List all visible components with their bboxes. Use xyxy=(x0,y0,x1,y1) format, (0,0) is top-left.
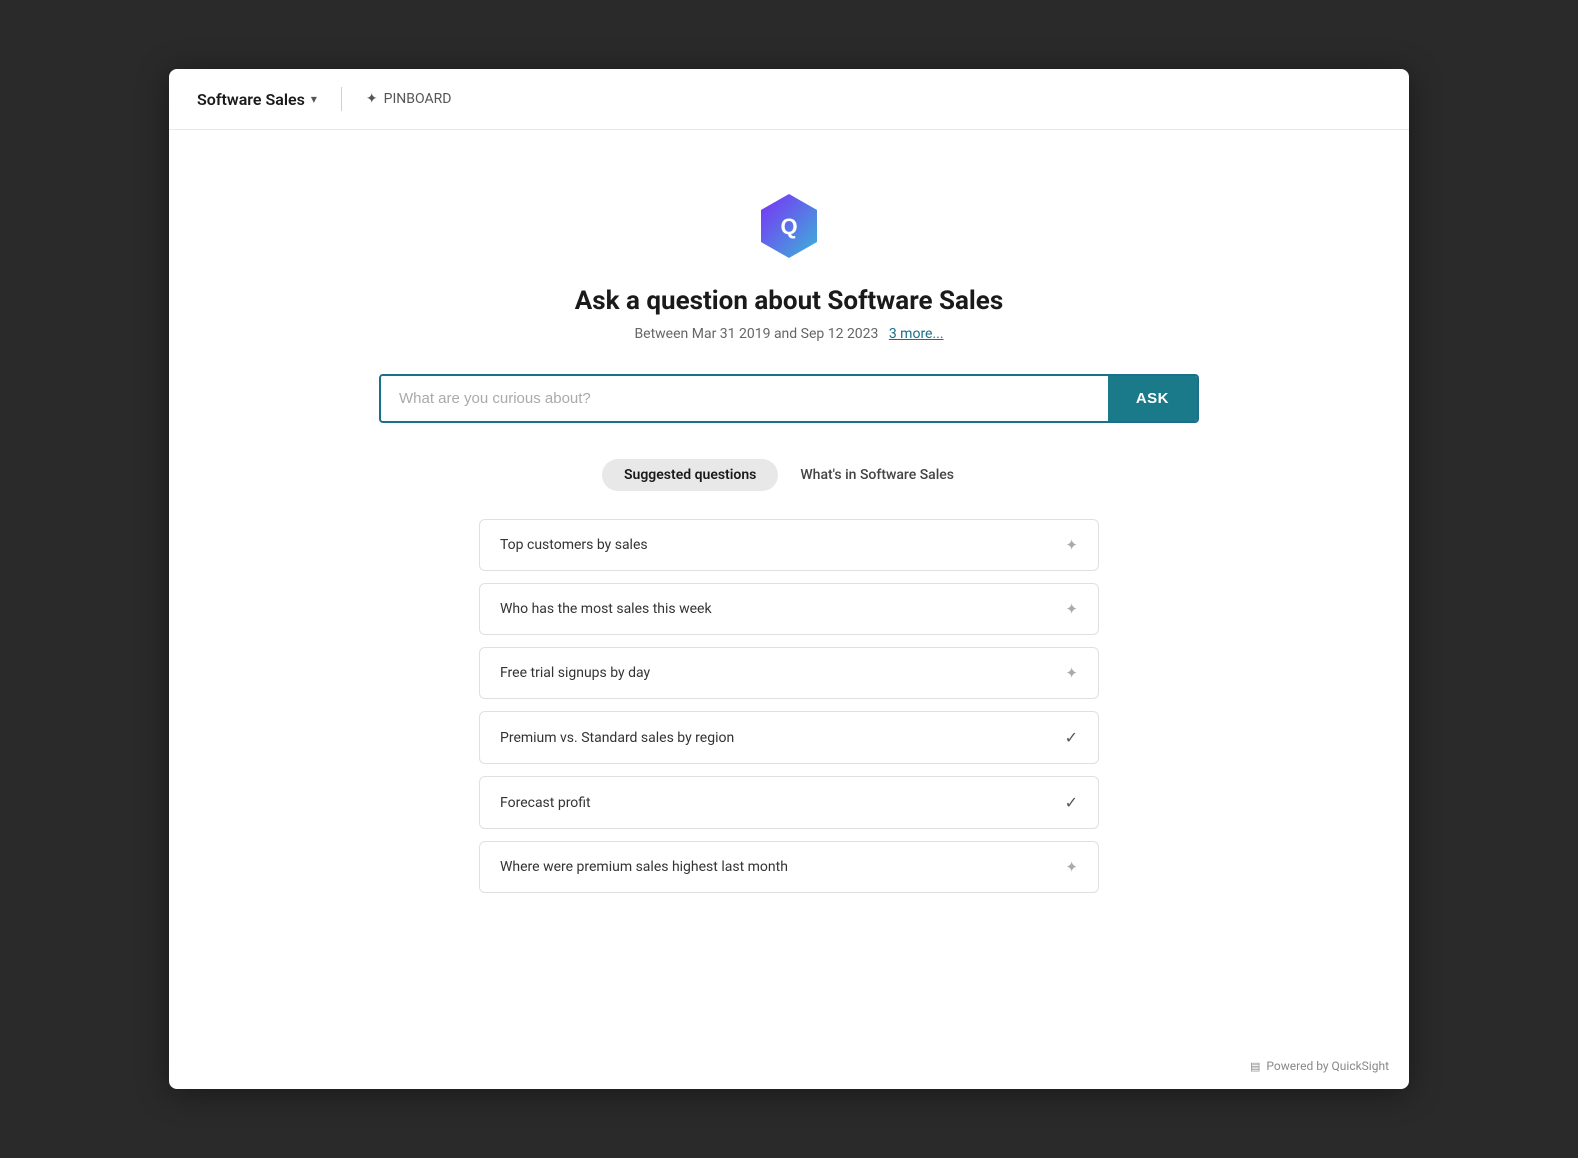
question-icon-3: ✓ xyxy=(1065,728,1078,747)
question-text-3: Premium vs. Standard sales by region xyxy=(500,730,734,746)
question-item-0[interactable]: Top customers by sales ✦ xyxy=(479,519,1099,571)
pin-icon: ✦ xyxy=(366,91,378,107)
date-more-link[interactable]: 3 more... xyxy=(889,326,944,342)
question-icon-2: ✦ xyxy=(1065,664,1078,682)
question-icon-0: ✦ xyxy=(1065,536,1078,554)
question-icon-5: ✦ xyxy=(1065,858,1078,876)
app-logo: Q xyxy=(753,190,825,262)
question-text-2: Free trial signups by day xyxy=(500,665,650,681)
footer-label: Powered by QuickSight xyxy=(1266,1059,1389,1073)
question-text-4: Forecast profit xyxy=(500,795,591,811)
search-bar: ASK xyxy=(379,374,1199,423)
question-text-1: Who has the most sales this week xyxy=(500,601,712,617)
ask-button[interactable]: ASK xyxy=(1108,376,1197,421)
question-item-5[interactable]: Where were premium sales highest last mo… xyxy=(479,841,1099,893)
main-content: Q Ask a question about Software Sales Be… xyxy=(169,130,1409,1089)
search-input[interactable] xyxy=(381,376,1108,421)
question-icon-4: ✓ xyxy=(1065,793,1078,812)
question-item-1[interactable]: Who has the most sales this week ✦ xyxy=(479,583,1099,635)
app-window: Software Sales ▾ ✦ PINBOARD Q xyxy=(169,69,1409,1089)
top-bar-divider xyxy=(341,87,342,111)
footer: ▤ Powered by QuickSight xyxy=(1250,1059,1389,1073)
tabs-container: Suggested questions What's in Software S… xyxy=(602,459,976,491)
pinboard-link[interactable]: ✦ PINBOARD xyxy=(366,91,452,107)
question-item-3[interactable]: Premium vs. Standard sales by region ✓ xyxy=(479,711,1099,764)
question-text-0: Top customers by sales xyxy=(500,537,648,553)
question-item-2[interactable]: Free trial signups by day ✦ xyxy=(479,647,1099,699)
questions-list: Top customers by sales ✦ Who has the mos… xyxy=(479,519,1099,893)
app-title-group[interactable]: Software Sales ▾ xyxy=(197,90,317,109)
app-title: Software Sales xyxy=(197,90,305,109)
tab-suggested-questions[interactable]: Suggested questions xyxy=(602,459,778,491)
tab-whats-in-software-sales[interactable]: What's in Software Sales xyxy=(778,459,976,491)
question-text-5: Where were premium sales highest last mo… xyxy=(500,859,788,875)
page-title: Ask a question about Software Sales xyxy=(575,286,1003,316)
question-item-4[interactable]: Forecast profit ✓ xyxy=(479,776,1099,829)
dropdown-arrow-icon: ▾ xyxy=(311,92,317,106)
logo-container: Q xyxy=(753,190,825,266)
question-icon-1: ✦ xyxy=(1065,600,1078,618)
quicksight-icon: ▤ xyxy=(1250,1060,1260,1073)
date-range-text: Between Mar 31 2019 and Sep 12 2023 xyxy=(634,326,878,342)
svg-text:Q: Q xyxy=(780,214,797,239)
pinboard-label: PINBOARD xyxy=(384,91,452,107)
top-bar: Software Sales ▾ ✦ PINBOARD xyxy=(169,69,1409,130)
date-range: Between Mar 31 2019 and Sep 12 2023 3 mo… xyxy=(634,326,943,342)
